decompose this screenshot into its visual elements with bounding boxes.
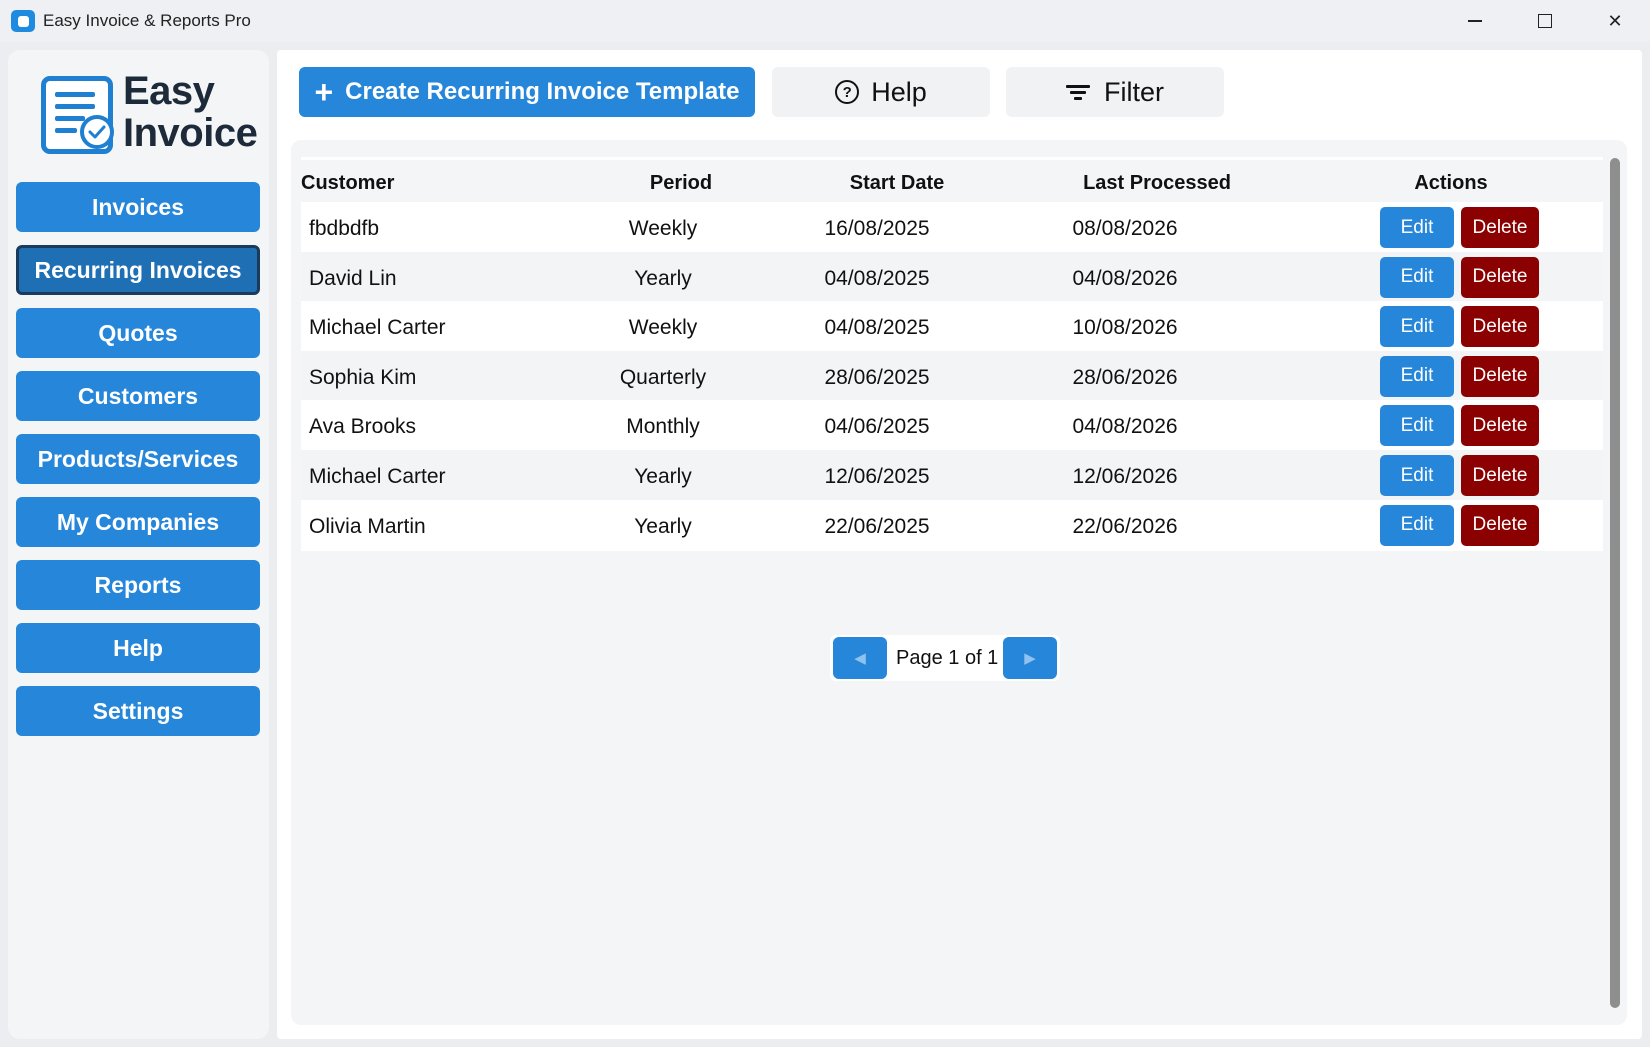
delete-button[interactable]: Delete	[1461, 207, 1539, 248]
table-row: Michael Carter Yearly 12/06/2025 12/06/2026…	[301, 450, 1603, 501]
sidebar-item-invoices[interactable]: Invoices	[16, 182, 260, 232]
app-logo: Easy Invoice	[32, 70, 262, 160]
help-icon: ?	[835, 80, 860, 104]
header-start-date: Start Date	[849, 172, 945, 194]
cell-last-processed: 04/08/2026	[1072, 266, 1178, 290]
delete-button[interactable]: Delete	[1461, 405, 1539, 447]
edit-button[interactable]: Edit	[1380, 405, 1454, 447]
close-button[interactable]: ✕	[1580, 0, 1650, 42]
header-last-processed: Last Processed	[1083, 172, 1231, 194]
logo-text: Easy Invoice	[123, 69, 258, 155]
sidebar-item-products-services[interactable]: Products/Services	[16, 434, 260, 484]
cell-customer: Michael Carter	[309, 465, 446, 488]
cell-period: Yearly	[634, 465, 692, 488]
minimize-button[interactable]	[1440, 0, 1510, 42]
cell-customer: Ava Brooks	[309, 415, 416, 439]
cell-start-date: 12/06/2025	[824, 465, 930, 488]
sidebar: Easy Invoice Invoices Recurring Invoices…	[8, 50, 269, 1039]
vertical-scrollbar[interactable]	[1610, 158, 1620, 1008]
cell-last-processed: 12/06/2026	[1072, 465, 1178, 488]
cell-start-date: 04/08/2025	[824, 266, 930, 290]
main-content: + Create Recurring Invoice Template ? He…	[277, 50, 1642, 1039]
header-actions: Actions	[1414, 172, 1488, 194]
table-row: David Lin Yearly 04/08/2025 04/08/2026 Edit D…	[301, 251, 1603, 303]
maximize-icon	[1538, 14, 1552, 28]
table-row: Sophia Kim Quarterly 28/06/2025 28/06/2026 E…	[301, 350, 1603, 402]
cell-period: Weekly	[628, 316, 698, 340]
header-period: Period	[649, 172, 713, 194]
sidebar-item-quotes[interactable]: Quotes	[16, 308, 260, 358]
cell-last-processed: 10/08/2026	[1072, 316, 1178, 340]
delete-button[interactable]: Delete	[1461, 355, 1539, 397]
cell-customer: Michael Carter	[309, 316, 446, 340]
table-row: Ava Brooks Monthly 04/06/2025 04/08/2026 Edi…	[301, 400, 1603, 452]
check-icon	[80, 115, 114, 149]
cell-customer: Olivia Martin	[309, 514, 426, 538]
app-icon	[11, 10, 35, 32]
cell-last-processed: 28/06/2026	[1072, 365, 1178, 389]
filter-icon	[1066, 83, 1090, 101]
logo-line-1: Easy	[123, 69, 215, 113]
edit-button[interactable]: Edit	[1380, 256, 1454, 298]
sidebar-item-my-companies[interactable]: My Companies	[16, 497, 260, 547]
sidebar-item-reports[interactable]: Reports	[16, 560, 260, 610]
cell-start-date: 28/06/2025	[824, 365, 930, 389]
filter-button[interactable]: Filter	[1006, 67, 1224, 117]
table-row: Olivia Martin Yearly 22/06/2025 22/06/2026 E…	[301, 499, 1603, 551]
plus-icon: +	[314, 74, 334, 110]
page-indicator: Page 1 of 1	[896, 647, 999, 669]
next-page-button[interactable]: ▶	[1003, 637, 1057, 679]
sidebar-item-recurring-invoices[interactable]: Recurring Invoices	[16, 245, 260, 295]
cell-customer: David Lin	[309, 266, 397, 290]
help-button[interactable]: ? Help	[772, 67, 990, 117]
chevron-left-icon: ◀	[854, 650, 866, 667]
cell-period: Monthly	[626, 415, 700, 439]
cell-period: Quarterly	[619, 365, 707, 389]
help-button-label: Help	[871, 76, 927, 107]
app-window: Easy Invoice & Reports Pro ✕ Easy Invoic…	[0, 0, 1650, 1047]
header-customer: Customer	[301, 172, 395, 194]
table-row: Michael Carter Weekly 04/08/2025 10/08/2026…	[301, 301, 1603, 353]
sidebar-item-help[interactable]: Help	[16, 623, 260, 673]
logo-line-2: Invoice	[123, 111, 258, 155]
cell-period: Yearly	[634, 266, 692, 290]
pagination: ◀ Page 1 of 1 ▶	[830, 635, 1060, 681]
edit-button[interactable]: Edit	[1380, 504, 1454, 546]
cell-customer: fbdbdfb	[309, 217, 380, 240]
cell-start-date: 16/08/2025	[824, 217, 930, 240]
delete-button[interactable]: Delete	[1461, 306, 1539, 348]
delete-button[interactable]: Delete	[1461, 504, 1539, 546]
minimize-icon	[1468, 20, 1482, 22]
sidebar-item-settings[interactable]: Settings	[16, 686, 260, 736]
delete-button[interactable]: Delete	[1461, 256, 1539, 298]
edit-button[interactable]: Edit	[1380, 455, 1454, 496]
create-button-label: Create Recurring Invoice Template	[345, 78, 740, 105]
edit-button[interactable]: Edit	[1380, 207, 1454, 248]
table-header: Customer Period Start Date Last Processe…	[301, 162, 1603, 202]
cell-start-date: 04/06/2025	[824, 415, 930, 439]
window-title: Easy Invoice & Reports Pro	[43, 11, 251, 30]
edit-button[interactable]: Edit	[1380, 306, 1454, 348]
cell-start-date: 04/08/2025	[824, 316, 930, 340]
maximize-button[interactable]	[1510, 0, 1580, 42]
title-bar: Easy Invoice & Reports Pro ✕	[0, 0, 1650, 42]
sidebar-item-customers[interactable]: Customers	[16, 371, 260, 421]
prev-page-button[interactable]: ◀	[833, 637, 887, 679]
edit-button[interactable]: Edit	[1380, 355, 1454, 397]
cell-start-date: 22/06/2025	[824, 514, 930, 538]
cell-last-processed: 22/06/2026	[1072, 514, 1178, 538]
chevron-right-icon: ▶	[1024, 650, 1036, 667]
filter-button-label: Filter	[1104, 76, 1164, 107]
cell-last-processed: 08/08/2026	[1072, 217, 1178, 240]
table-row: fbdbdfb Weekly 16/08/2025 08/08/2026 Edit Del…	[301, 202, 1603, 253]
close-icon: ✕	[1607, 10, 1623, 31]
recurring-invoices-table-panel: Customer Period Start Date Last Processe…	[291, 140, 1627, 1025]
delete-button[interactable]: Delete	[1461, 455, 1539, 496]
cell-period: Weekly	[628, 217, 698, 240]
create-recurring-template-button[interactable]: + Create Recurring Invoice Template	[299, 67, 755, 117]
cell-period: Yearly	[634, 514, 692, 538]
cell-customer: Sophia Kim	[309, 365, 417, 389]
cell-last-processed: 04/08/2026	[1072, 415, 1178, 439]
